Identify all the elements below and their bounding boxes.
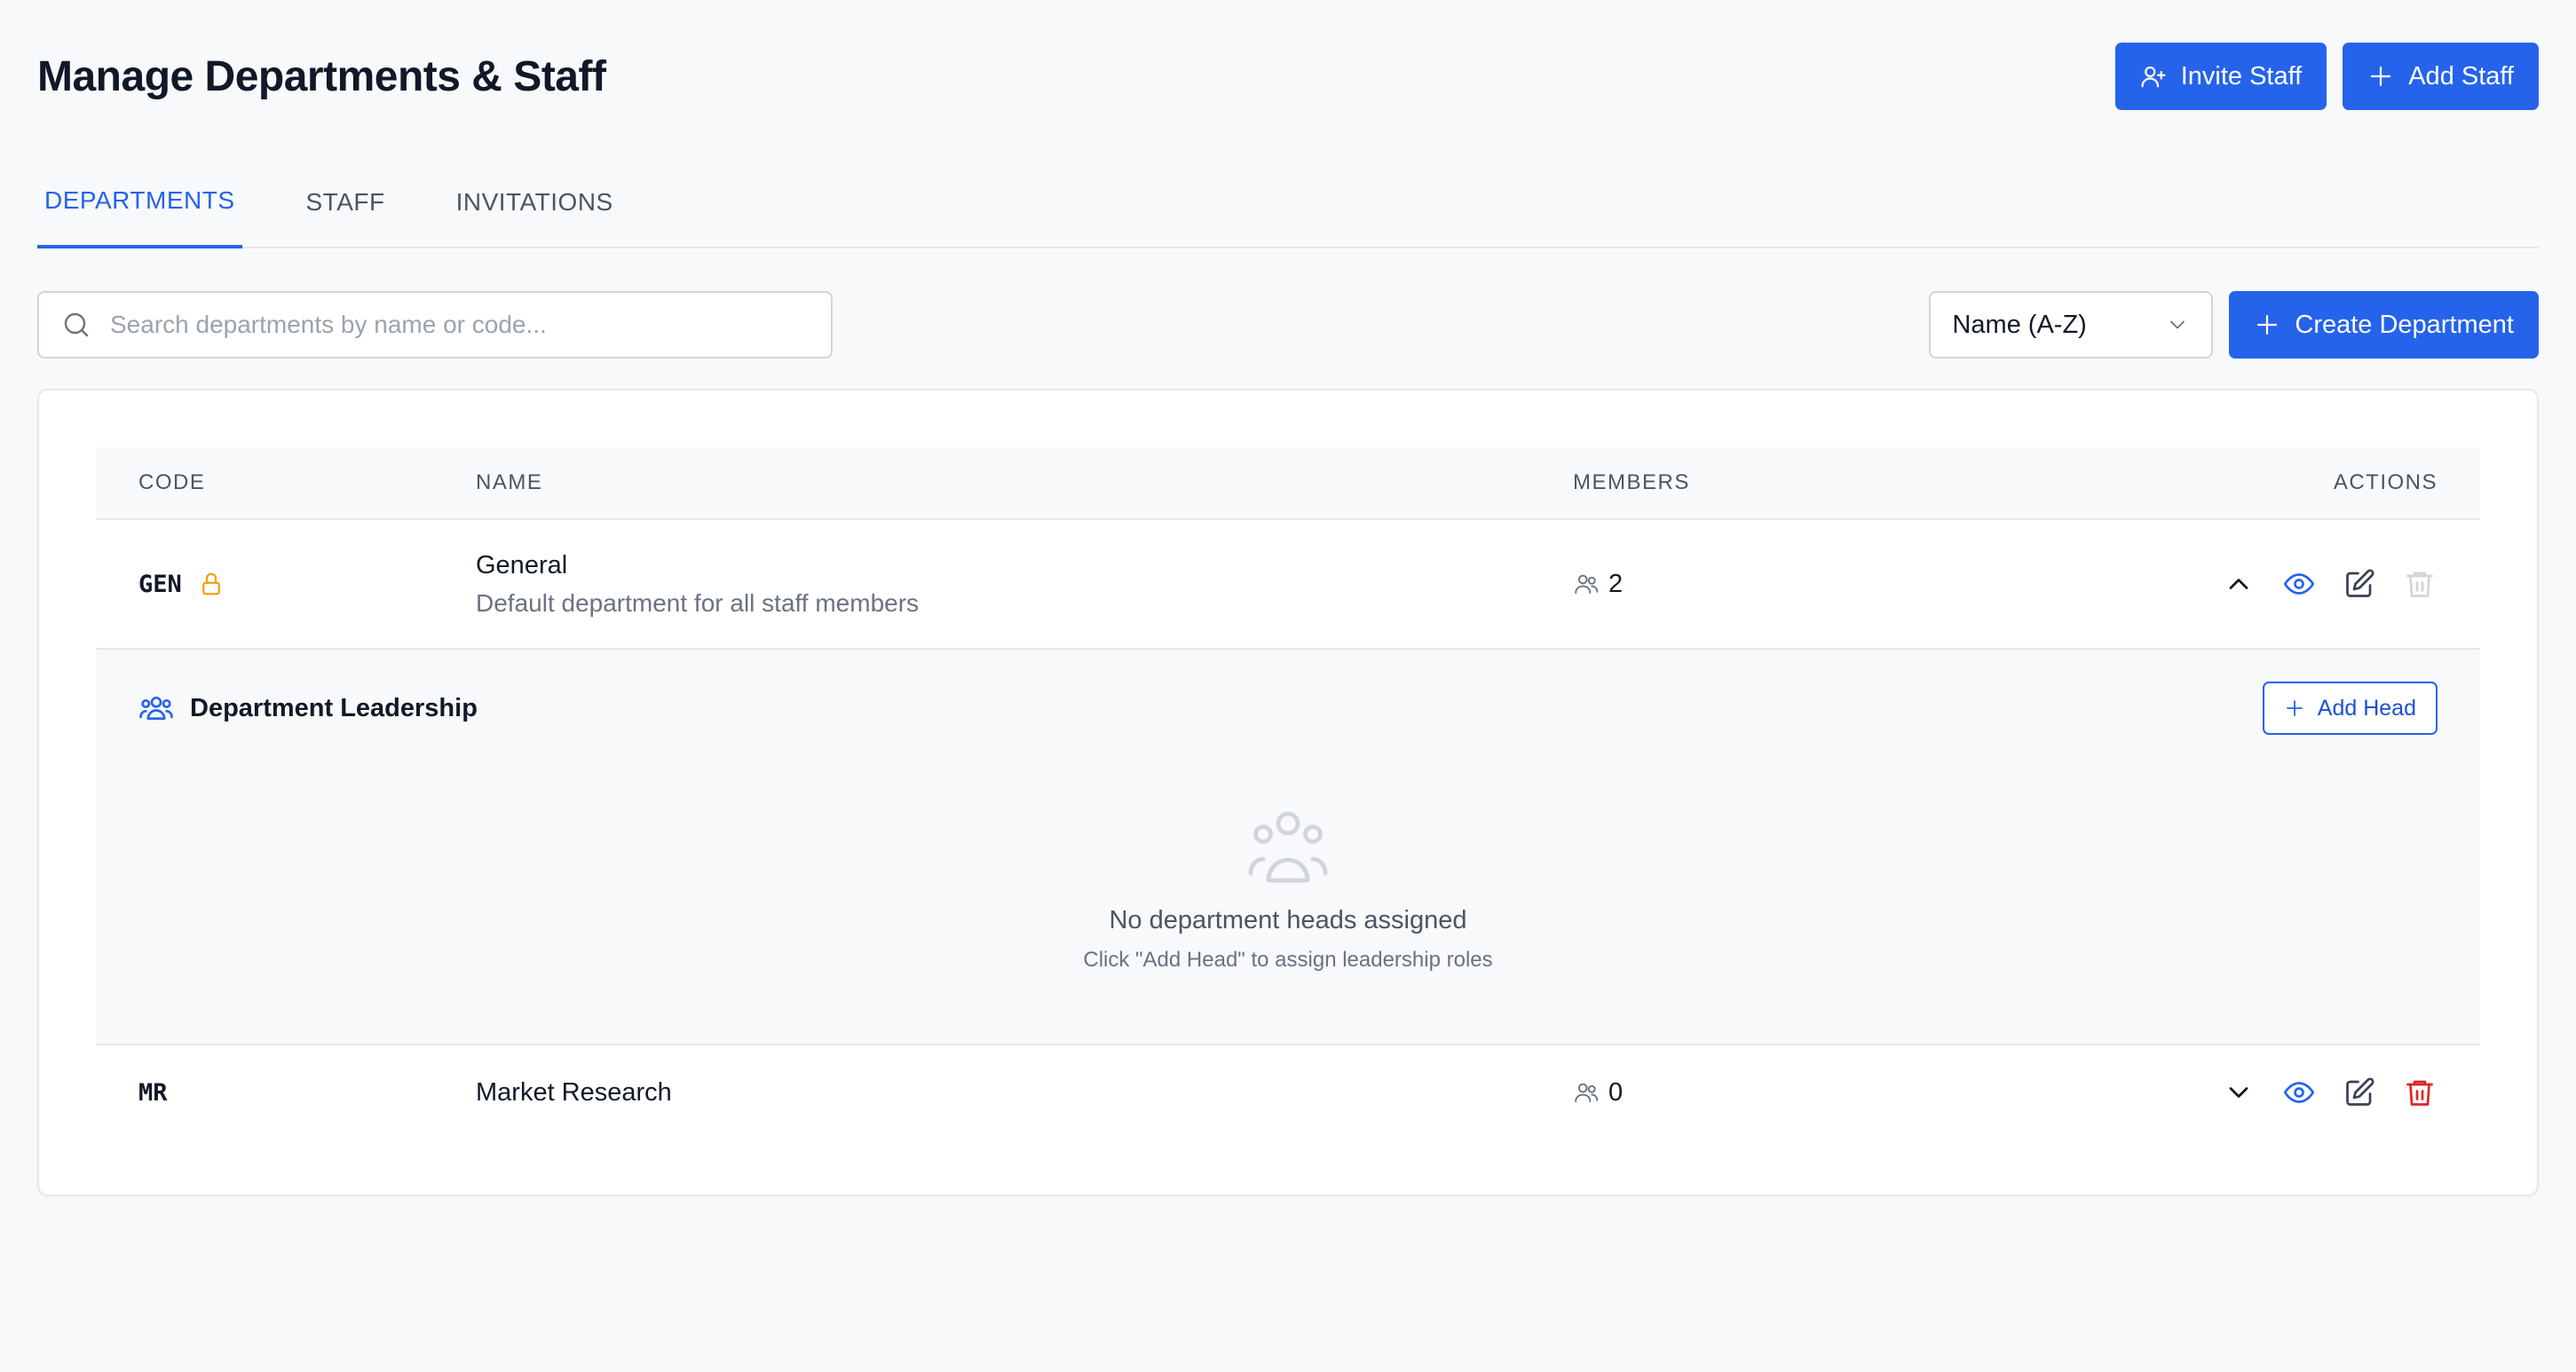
lock-icon bbox=[201, 572, 220, 595]
leadership-header: Department Leadership Add Head bbox=[138, 682, 2438, 735]
page-title: Manage Departments & Staff bbox=[37, 52, 606, 100]
view-button[interactable] bbox=[2281, 1075, 2317, 1110]
users-icon bbox=[1575, 1083, 1599, 1102]
view-button[interactable] bbox=[2281, 566, 2317, 602]
header-actions: Invite Staff Add Staff bbox=[2114, 43, 2539, 110]
members-count: 2 bbox=[1608, 569, 1624, 598]
actions-cell bbox=[1839, 1075, 2438, 1110]
toolbar: Name (A-Z) Create Department bbox=[37, 291, 2539, 359]
leadership-title: Department Leadership bbox=[138, 690, 478, 726]
department-code: GEN bbox=[138, 570, 182, 598]
search-input[interactable] bbox=[110, 311, 810, 339]
department-code: MR bbox=[138, 1078, 168, 1107]
tab-invitations[interactable]: INVITATIONS bbox=[449, 188, 620, 248]
department-description: Default department for all staff members bbox=[476, 588, 920, 617]
users-icon bbox=[1575, 574, 1599, 594]
invite-staff-button[interactable]: Invite Staff bbox=[2114, 43, 2327, 110]
edit-button[interactable] bbox=[2342, 1075, 2377, 1110]
delete-button[interactable] bbox=[2402, 1075, 2438, 1110]
leadership-title-text: Department Leadership bbox=[190, 693, 478, 722]
table-row: MR Market Research 0 bbox=[96, 1045, 2480, 1139]
search-icon bbox=[64, 312, 89, 337]
members-cell: 0 bbox=[1573, 1078, 1839, 1108]
name-cell: Market Research bbox=[476, 1078, 1573, 1108]
sort-selected-value: Name (A-Z) bbox=[1952, 310, 2087, 339]
add-staff-label: Add Staff bbox=[2408, 61, 2514, 91]
users-group-icon bbox=[1248, 811, 1328, 883]
add-staff-button[interactable]: Add Staff bbox=[2343, 43, 2539, 110]
chevron-down-icon bbox=[2170, 320, 2185, 329]
create-department-button[interactable]: Create Department bbox=[2229, 291, 2539, 359]
page-header: Manage Departments & Staff Invite Staff … bbox=[37, 0, 2539, 153]
empty-state-title: No department heads assigned bbox=[1109, 906, 1467, 934]
plus-icon bbox=[2371, 66, 2391, 87]
chevron-up-icon bbox=[2229, 579, 2248, 589]
users-group-icon bbox=[139, 697, 173, 720]
add-head-label: Add Head bbox=[2317, 695, 2416, 721]
edit-icon bbox=[2346, 1077, 2375, 1106]
eye-icon bbox=[2283, 1082, 2315, 1103]
tab-bar: DEPARTMENTS STAFF INVITATIONS bbox=[37, 153, 2539, 248]
tab-departments[interactable]: DEPARTMENTS bbox=[37, 186, 242, 248]
column-header-actions: ACTIONS bbox=[2333, 470, 2438, 494]
tab-staff[interactable]: STAFF bbox=[299, 188, 392, 248]
page: Manage Departments & Staff Invite Staff … bbox=[0, 0, 2576, 1372]
search-box bbox=[37, 291, 833, 359]
code-cell: GEN bbox=[138, 571, 476, 598]
user-plus-icon bbox=[2141, 66, 2166, 88]
column-header-members: MEMBERS bbox=[1573, 470, 1690, 494]
chevron-down-icon bbox=[2229, 1087, 2248, 1098]
add-head-button[interactable]: Add Head bbox=[2262, 682, 2438, 735]
expand-button[interactable] bbox=[2221, 1075, 2256, 1110]
empty-state: No department heads assigned Click "Add … bbox=[138, 809, 2438, 973]
column-header-name: NAME bbox=[476, 470, 543, 494]
members-count: 0 bbox=[1608, 1077, 1624, 1107]
actions-cell bbox=[1839, 566, 2438, 602]
collapse-button[interactable] bbox=[2221, 566, 2256, 602]
department-leadership-panel: Department Leadership Add Head No depart… bbox=[96, 650, 2480, 1045]
eye-icon bbox=[2283, 573, 2315, 595]
trash-icon bbox=[2406, 1080, 2433, 1106]
plus-icon bbox=[2257, 314, 2278, 335]
department-name: General bbox=[476, 550, 568, 580]
edit-icon bbox=[2346, 569, 2375, 597]
column-header-code: CODE bbox=[138, 470, 206, 494]
edit-button[interactable] bbox=[2342, 566, 2377, 602]
department-name: Market Research bbox=[476, 1077, 672, 1107]
departments-card: CODE NAME MEMBERS ACTIONS GEN General De… bbox=[37, 389, 2539, 1196]
plus-icon bbox=[2286, 700, 2303, 716]
toolbar-right: Name (A-Z) Create Department bbox=[1929, 291, 2539, 359]
table-header: CODE NAME MEMBERS ACTIONS bbox=[96, 447, 2480, 520]
create-department-label: Create Department bbox=[2295, 310, 2514, 339]
members-cell: 2 bbox=[1573, 570, 1839, 599]
trash-icon bbox=[2406, 572, 2433, 597]
empty-state-subtitle: Click "Add Head" to assign leadership ro… bbox=[1083, 948, 1493, 972]
sort-select[interactable]: Name (A-Z) bbox=[1929, 291, 2214, 359]
name-cell: General Default department for all staff… bbox=[476, 551, 1573, 618]
invite-staff-label: Invite Staff bbox=[2180, 61, 2303, 91]
code-cell: MR bbox=[138, 1079, 476, 1107]
delete-button-disabled bbox=[2402, 566, 2438, 602]
table-row: GEN General Default department for all s… bbox=[96, 520, 2480, 650]
